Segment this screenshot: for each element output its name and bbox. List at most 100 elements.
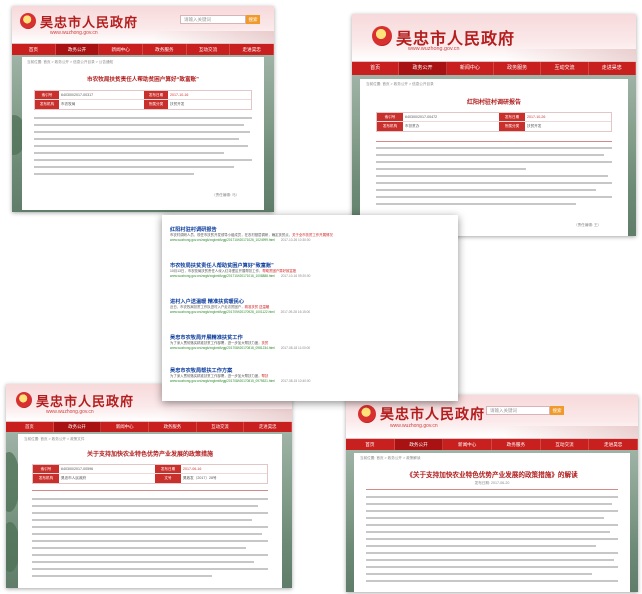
search-result[interactable]: 吴忠市农牧局帮扶工作方案 为了深入贯彻落实精准扶贫工作部署，进一步加大帮扶力度，…	[170, 367, 450, 383]
meta-key: 索引号	[377, 113, 403, 121]
nav-item-news[interactable]: 新闻中心	[447, 62, 494, 75]
search-result[interactable]: 吴忠市农牧局开展精准扶贫工作 为了深入贯彻落实精准扶贫工作部署，进一步加大帮扶力…	[170, 334, 450, 350]
text-line	[376, 175, 608, 177]
nav-item-news[interactable]: 新闻中心	[101, 422, 150, 432]
nav-item-home[interactable]: 首页	[12, 44, 56, 55]
nav-item-news[interactable]: 新闻中心	[443, 439, 493, 450]
nav-item-home[interactable]: 首页	[352, 62, 400, 75]
search-button[interactable]: 搜索	[550, 406, 564, 415]
text-line	[34, 166, 234, 168]
nav-item-gov-info[interactable]: 政务公开	[53, 422, 102, 432]
nav-item-interact[interactable]: 互动交流	[541, 439, 590, 450]
nav-item-gov-info[interactable]: 政务公开	[55, 44, 100, 55]
nav-item-about[interactable]: 走进昊忠	[230, 44, 274, 55]
meta-key: 发布日期	[144, 91, 168, 99]
article-window-top-left: 昊忠市人民政府 www.wuzhong.gov.cn 请输入关键词 搜索 首页 …	[12, 6, 274, 212]
nav-item-services[interactable]: 政务服务	[149, 422, 197, 432]
nav-item-home[interactable]: 首页	[6, 422, 54, 432]
article-panel: 当前位置: 首页 > 政务公开 > 信息公开目录 红阳村驻村调研报告 索引号 6…	[360, 79, 628, 236]
result-url[interactable]: www.wuzhong.gov.cn/zwgk/xxgkml/tzgg/2017…	[170, 310, 450, 314]
result-url[interactable]: www.wuzhong.gov.cn/zwgk/xxgkml/tzgg/2017…	[170, 379, 450, 383]
text-line	[366, 573, 592, 575]
search-result[interactable]: 市农牧局扶贫责任人帮助贫困户算好“致富账” 10月13日，市农牧局扶贫责任人深入…	[170, 262, 450, 278]
editor-note: （责任编辑: 马）	[212, 193, 240, 197]
nav-item-services[interactable]: 政务服务	[494, 62, 542, 75]
result-url[interactable]: www.wuzhong.gov.cn/zwgk/xxgkml/tzgg/2017…	[170, 346, 450, 350]
result-title[interactable]: 进村入户送温暖 精准扶贫暖民心	[170, 298, 450, 305]
nav-item-interact[interactable]: 互动交流	[197, 422, 245, 432]
search-input[interactable]: 请输入关键词	[486, 406, 550, 415]
nav-item-interact[interactable]: 互动交流	[541, 62, 589, 75]
divider	[366, 489, 618, 490]
article-meta-table: 索引号 640300/2017-00596 发布日期 2017-06-16 发布…	[32, 464, 268, 484]
meta-value: 2017-06-16	[183, 467, 202, 471]
divider	[376, 141, 612, 142]
nav-item-services[interactable]: 政务服务	[492, 439, 541, 450]
header-skyline	[160, 409, 292, 421]
meta-row: 索引号 640300/2017-00596 发布日期 2017-06-16	[33, 465, 267, 474]
text-line	[366, 510, 618, 512]
meta-value: 扶贫开发	[170, 102, 185, 106]
result-title[interactable]: 红阳村驻村调研报告	[170, 226, 450, 233]
meta-value: 640300/2017-00472	[405, 115, 438, 119]
text-line	[32, 533, 262, 535]
text-line	[34, 124, 244, 126]
meta-key: 所属分类	[499, 122, 525, 131]
nav-item-gov-info[interactable]: 政务公开	[394, 439, 444, 450]
nav-item-about[interactable]: 走进昊忠	[589, 62, 636, 75]
main-nav: 首页 政务公开 新闻中心 政务服务 互动交流 走进昊忠	[346, 439, 638, 450]
article-window-bottom-right: 昊忠市人民政府 www.wuzhong.gov.cn 请输入关键词 搜索 首页 …	[346, 395, 638, 592]
text-line	[376, 161, 612, 163]
result-url[interactable]: www.wuzhong.gov.cn/zwgk/xxgkml/tzgg/2017…	[170, 274, 450, 278]
nav-item-interact[interactable]: 互动交流	[187, 44, 231, 55]
meta-key: 文号	[155, 474, 181, 483]
article-window-top-right: 昊忠市人民政府 www.wuzhong.gov.cn 首页 政务公开 新闻中心 …	[352, 14, 636, 236]
meta-value: 640300/2017-00317	[61, 93, 94, 97]
site-url: www.wuzhong.gov.cn	[46, 409, 94, 415]
meta-value: 市扶贫办	[405, 124, 420, 128]
article-meta-table: 索引号 640300/2017-00317 发布日期 2017-10-16 发布…	[34, 90, 252, 110]
meta-value: 昊忠市人民政府	[61, 476, 87, 480]
meta-value: 市农牧局	[61, 102, 76, 106]
site-title: 昊忠市人民政府	[380, 407, 485, 423]
result-title[interactable]: 市农牧局扶贫责任人帮助贫困户算好“致富账”	[170, 262, 450, 269]
site-url: www.wuzhong.gov.cn	[390, 423, 438, 429]
text-line	[376, 182, 612, 184]
national-emblem-icon	[358, 405, 376, 423]
result-title[interactable]: 吴忠市农牧局开展精准扶贫工作	[170, 334, 450, 341]
site-title: 昊忠市人民政府	[36, 395, 135, 410]
text-line	[366, 566, 618, 568]
nav-item-news[interactable]: 新闻中心	[99, 44, 144, 55]
nav-item-about[interactable]: 走进昊忠	[244, 422, 292, 432]
text-line	[34, 131, 250, 133]
text-line	[376, 154, 604, 156]
text-line	[366, 559, 614, 561]
nav-item-gov-info[interactable]: 政务公开	[399, 62, 447, 75]
nav-item-home[interactable]: 首页	[346, 439, 395, 450]
text-line	[34, 173, 194, 175]
breadcrumb: 当前位置: 首页 > 政务公开 > 信息公开目录 > 公告通知	[27, 60, 114, 64]
result-url[interactable]: www.wuzhong.gov.cn/zwgk/xxgkml/tzgg/2017…	[170, 238, 450, 242]
text-line	[366, 524, 618, 526]
search-input[interactable]: 请输入关键词	[180, 15, 246, 24]
article-title: 《关于支持加快农业特色优势产业发展的政策措施》的解读	[406, 472, 578, 479]
header-skyline	[153, 31, 274, 43]
search-button[interactable]: 搜索	[246, 15, 260, 24]
text-line	[366, 545, 596, 547]
nav-item-services[interactable]: 政务服务	[143, 44, 187, 55]
site-header: 昊忠市人民政府 www.wuzhong.gov.cn 请输入关键词 搜索	[346, 395, 638, 439]
national-emblem-icon	[20, 13, 36, 29]
text-line	[366, 517, 604, 519]
result-title[interactable]: 吴忠市农牧局帮扶工作方案	[170, 367, 450, 374]
search-result[interactable]: 红阳村驻村调研报告 市农村调研人员，现任市扶贫开发领导小组成员，在农村基层调研，…	[170, 226, 450, 242]
text-line	[32, 568, 268, 570]
text-line	[366, 496, 618, 498]
text-line	[34, 145, 248, 147]
search-result[interactable]: 进村入户送温暖 精准扶贫暖民心 近日，市农牧局扶贫工作队进村入户走访贫困户，精准…	[170, 298, 450, 314]
page-body: 当前位置: 首页 > 政务公开 > 政策文件 关于支持加快农业特色优势产业发展的…	[6, 432, 292, 588]
article-window-bottom-left: 昊忠市人民政府 www.wuzhong.gov.cn 首页 政务公开 新闻中心 …	[6, 384, 292, 588]
article-title: 关于支持加快农业特色优势产业发展的政策措施	[86, 452, 213, 458]
text-line	[34, 117, 252, 119]
nav-item-about[interactable]: 走进昊忠	[589, 439, 638, 450]
article-panel: 当前位置: 首页 > 政务公开 > 政策解读 《关于支持加快农业特色优势产业发展…	[354, 453, 630, 592]
